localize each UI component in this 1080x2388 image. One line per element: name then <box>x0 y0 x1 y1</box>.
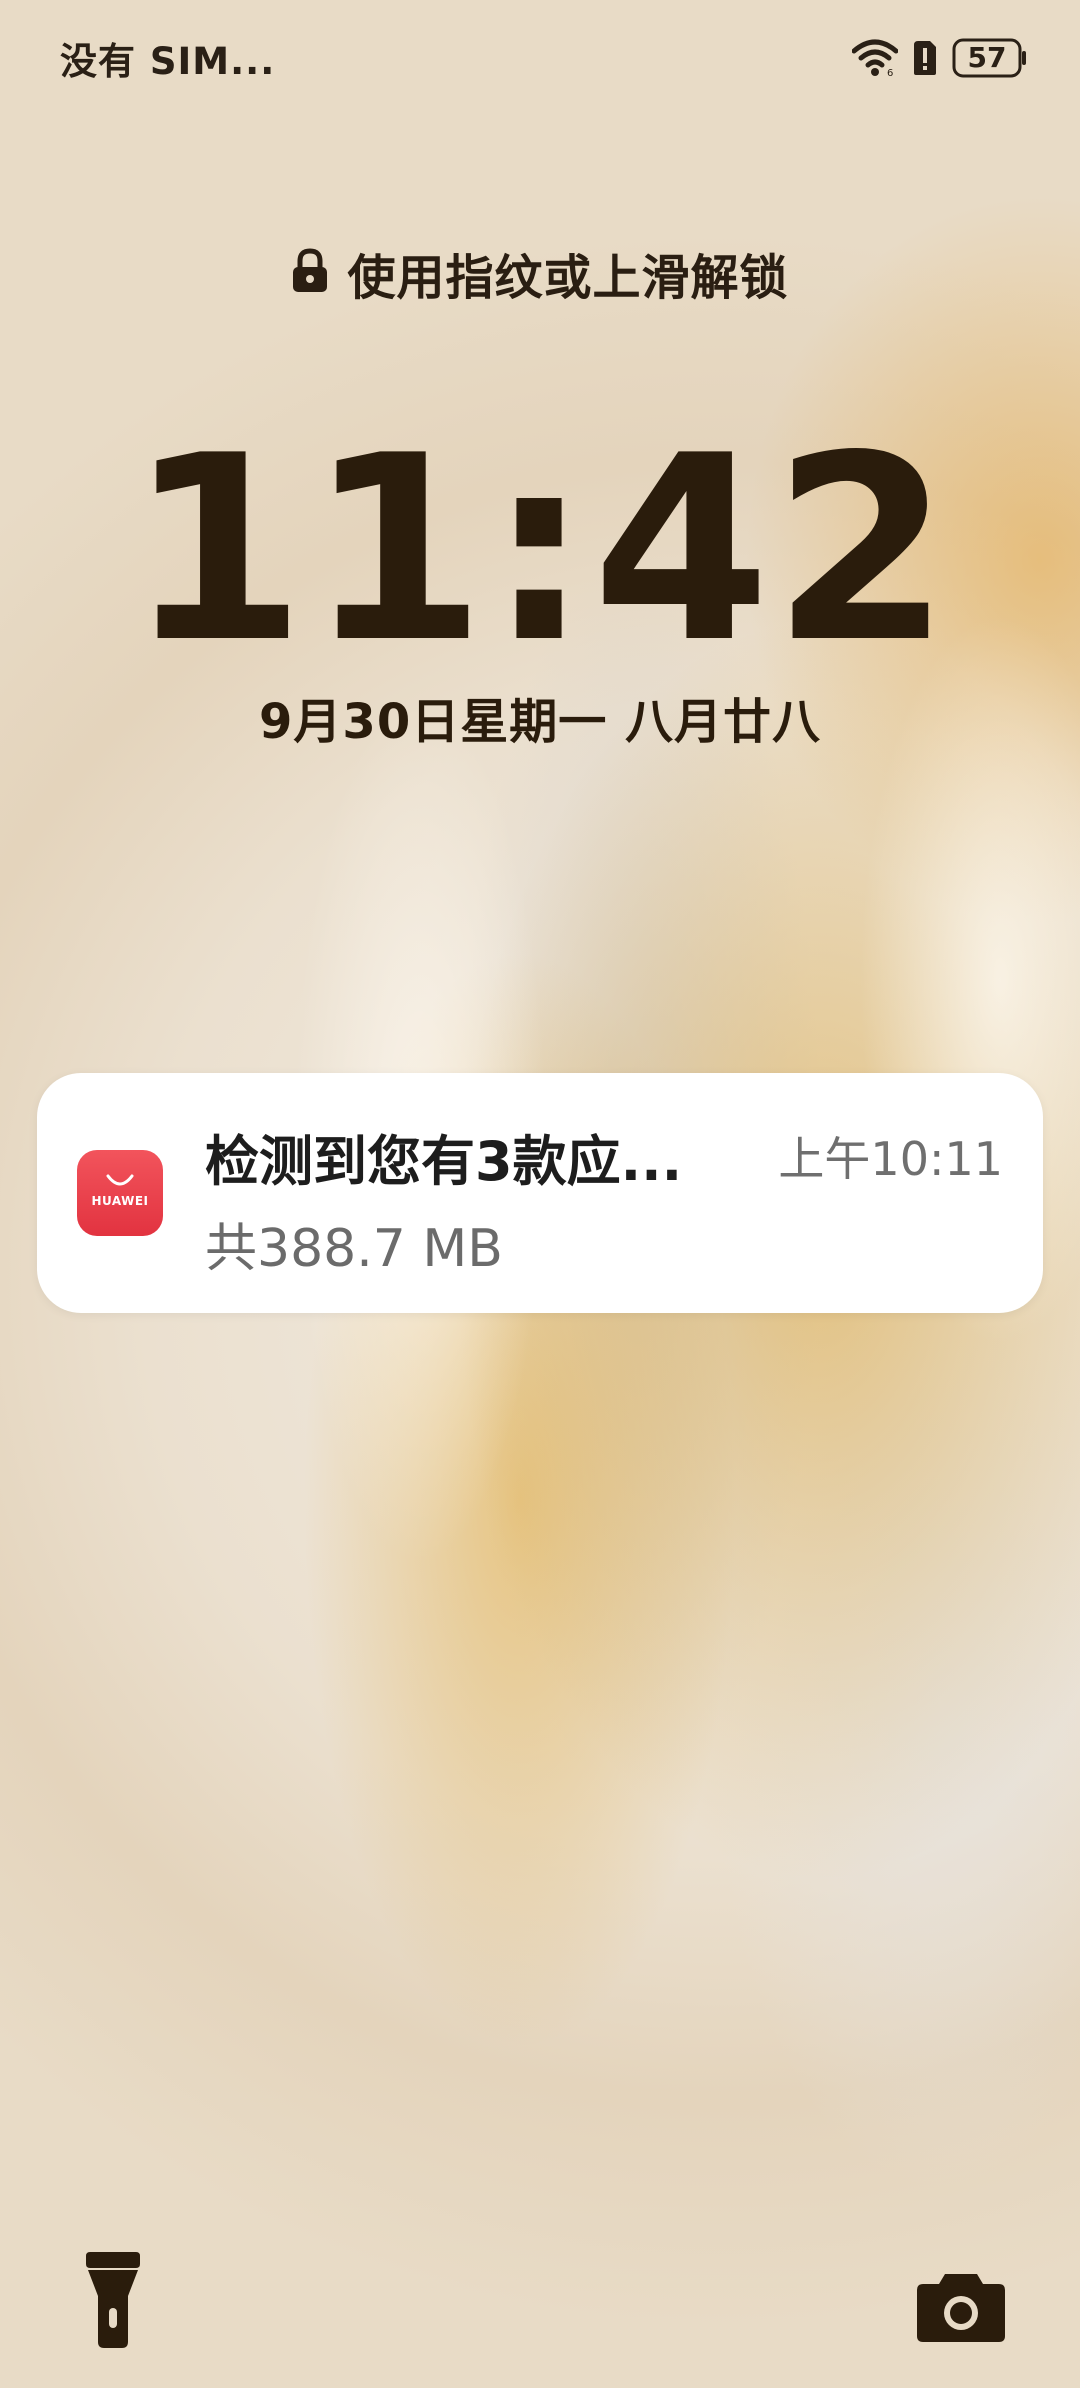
notification-card[interactable]: HUAWEI 检测到您有3款应... 上午10:11 共388.7 MB <box>37 1073 1043 1313</box>
flashlight-button[interactable] <box>82 2250 144 2350</box>
battery-level: 57 <box>967 41 1007 74</box>
flashlight-icon <box>86 2252 140 2348</box>
svg-text:6: 6 <box>887 68 893 77</box>
unlock-hint: 使用指纹或上滑解锁 <box>0 238 1080 308</box>
app-gallery-icon: HUAWEI <box>77 1150 163 1236</box>
carrier-label: 没有 SIM... <box>60 40 276 83</box>
app-icon-label: HUAWEI <box>91 1194 149 1208</box>
status-bar: 没有 SIM... 6 57 <box>60 30 1028 86</box>
wifi-icon: 6 <box>852 39 898 77</box>
lock-screen[interactable]: 没有 SIM... 6 57 使用指纹或上滑解锁 11:42 9月30日星期一 … <box>0 0 1080 2388</box>
status-icons: 6 57 <box>852 38 1028 78</box>
notification-subtitle: 共388.7 MB <box>205 1219 503 1279</box>
battery-icon: 57 <box>952 38 1028 78</box>
camera-button[interactable] <box>915 2270 1007 2344</box>
alert-icon <box>912 39 938 77</box>
unlock-hint-text: 使用指纹或上滑解锁 <box>347 250 789 306</box>
shopping-bag-icon <box>106 1174 134 1186</box>
clock-time: 11:42 <box>127 401 953 699</box>
camera-icon <box>917 2274 1005 2342</box>
lock-icon <box>291 248 329 298</box>
notification-time: 上午10:11 <box>778 1132 1003 1186</box>
notification-title: 检测到您有3款应... <box>205 1130 683 1193</box>
date-text: 9月30日星期一 八月廿八 <box>259 694 821 750</box>
